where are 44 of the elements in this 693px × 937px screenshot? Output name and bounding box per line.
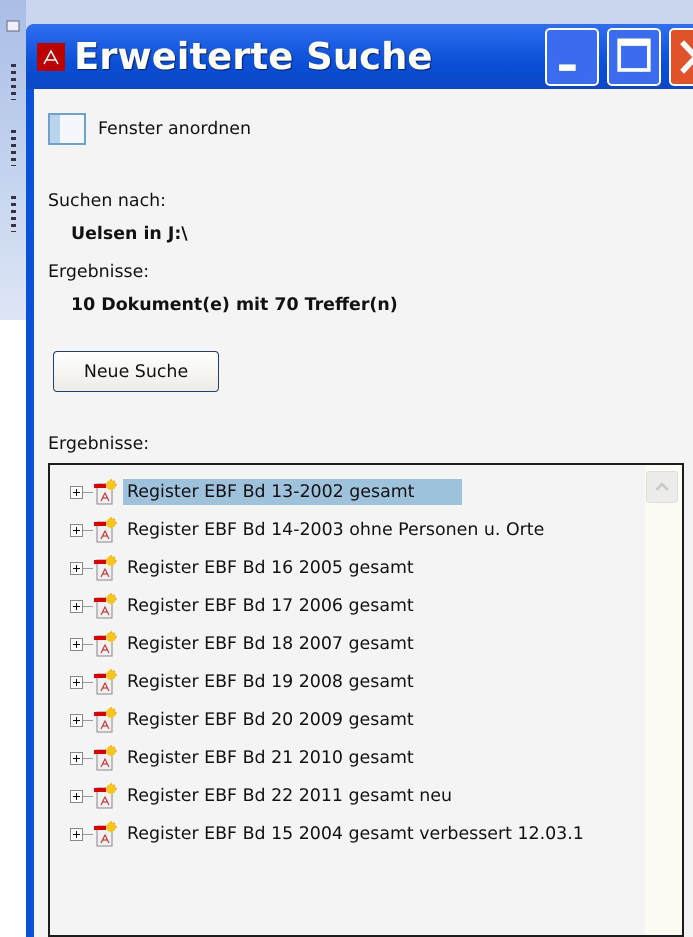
expand-toggle[interactable] bbox=[70, 524, 83, 536]
pdf-file-icon bbox=[93, 479, 117, 505]
pdf-file-icon bbox=[93, 517, 117, 543]
minimize-button[interactable] bbox=[545, 28, 599, 86]
app-icon bbox=[6, 20, 20, 34]
result-item[interactable]: Register EBF Bd 15 2004 gesamt verbessert 12.03.1 bbox=[123, 821, 588, 847]
pdf-file-icon bbox=[93, 707, 117, 733]
results-label: Ergebnisse: bbox=[48, 262, 150, 282]
results-summary: 10 Dokument(e) mit 70 Treffer(n) bbox=[71, 295, 399, 315]
expand-toggle[interactable] bbox=[70, 752, 83, 764]
pdf-file-icon bbox=[93, 555, 117, 581]
result-item[interactable]: Register EBF Bd 17 2006 gesamt bbox=[123, 593, 418, 619]
expand-toggle[interactable] bbox=[70, 828, 83, 840]
maximize-button[interactable] bbox=[607, 28, 661, 86]
pdf-file-icon bbox=[93, 745, 117, 771]
results-list-label: Ergebnisse: bbox=[48, 434, 150, 454]
result-item[interactable]: Register EBF Bd 14-2003 ohne Personen u. Orte bbox=[123, 517, 548, 543]
search-for-label: Suchen nach: bbox=[48, 191, 168, 211]
pdf-file-icon bbox=[93, 593, 117, 619]
pdf-file-icon bbox=[93, 631, 117, 657]
search-query: Uelsen in J:\ bbox=[71, 224, 189, 244]
result-item[interactable]: Register EBF Bd 18 2007 gesamt bbox=[123, 631, 418, 657]
result-item[interactable]: Register EBF Bd 19 2008 gesamt bbox=[123, 669, 418, 695]
new-search-button[interactable]: Neue Suche bbox=[53, 351, 219, 392]
expand-toggle[interactable] bbox=[70, 486, 83, 498]
pdf-app-icon bbox=[36, 42, 66, 72]
scrollbar[interactable] bbox=[645, 465, 682, 935]
pdf-file-icon bbox=[93, 783, 117, 809]
result-item[interactable]: Register EBF Bd 16 2005 gesamt bbox=[123, 555, 418, 581]
expand-toggle[interactable] bbox=[70, 714, 83, 726]
expand-toggle[interactable] bbox=[70, 676, 83, 688]
expand-toggle[interactable] bbox=[70, 790, 83, 802]
pdf-file-icon bbox=[93, 821, 117, 847]
result-item[interactable]: Register EBF Bd 13-2002 gesamt bbox=[123, 479, 462, 505]
pdf-file-icon bbox=[93, 669, 117, 695]
expand-toggle[interactable] bbox=[70, 638, 83, 650]
window-title: Erweiterte Suche bbox=[74, 35, 434, 78]
result-item[interactable]: Register EBF Bd 21 2010 gesamt bbox=[123, 745, 418, 771]
window-layout-icon[interactable] bbox=[48, 113, 86, 145]
expand-toggle[interactable] bbox=[70, 562, 83, 574]
arrange-windows-link[interactable]: Fenster anordnen bbox=[98, 119, 251, 139]
result-item[interactable]: Register EBF Bd 20 2009 gesamt bbox=[123, 707, 418, 733]
expand-toggle[interactable] bbox=[70, 600, 83, 612]
result-item[interactable]: Register EBF Bd 22 2011 gesamt neu bbox=[123, 783, 456, 809]
